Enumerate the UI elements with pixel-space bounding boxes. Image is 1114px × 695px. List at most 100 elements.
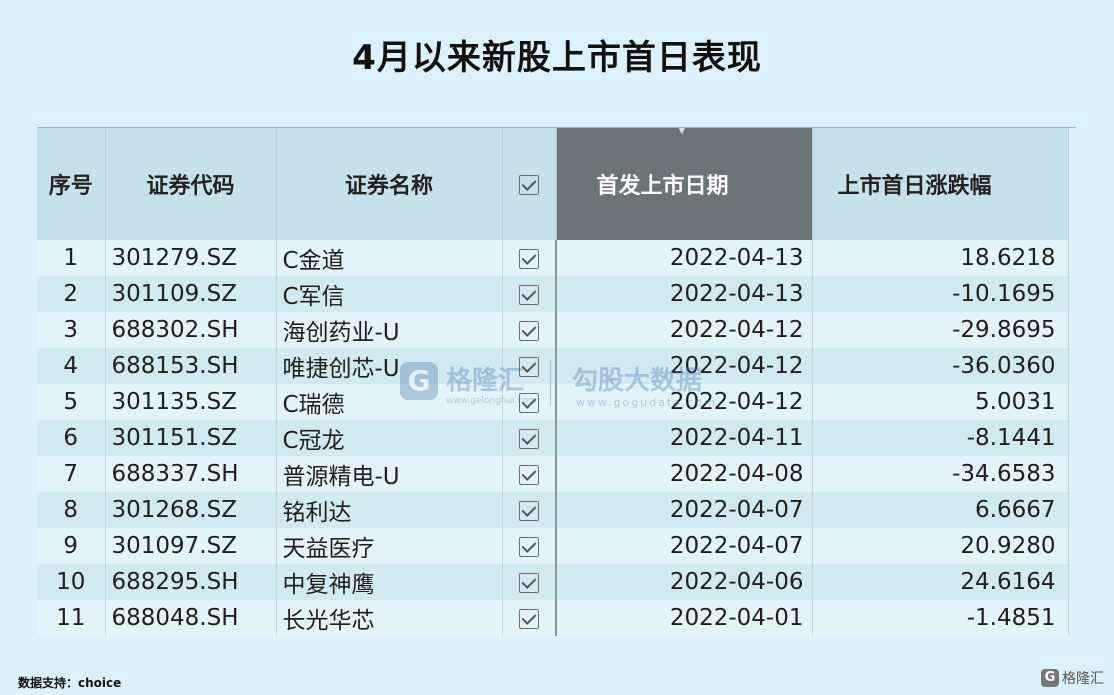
cell-date: 2022-04-11 [555,420,813,456]
cell-date: 2022-04-13 [555,276,813,312]
cell-change: -29.8695 [812,312,1069,348]
header-change[interactable]: 上市首日涨跌幅 [812,128,1069,240]
cell-name: C冠龙 [276,420,503,456]
table-row[interactable]: 7 688337.SH 普源精电-U 2022-04-08 -34.6583 [37,456,1076,492]
table-row[interactable]: 5 301135.SZ C瑞德 2022-04-12 5.0031 [37,384,1076,420]
checkbox-icon[interactable] [518,536,539,557]
cell-name: 普源精电-U [276,456,503,492]
cell-checkbox[interactable] [502,420,557,456]
cell-spacer [1068,600,1076,636]
table-body: 1 301279.SZ C金道 2022-04-13 18.6218 2 301109.SZ… [37,240,1076,636]
checkbox-icon[interactable] [518,464,539,485]
checkbox-icon[interactable] [518,500,539,521]
cell-change: 5.0031 [812,384,1069,420]
cell-name: 长光华芯 [276,600,503,636]
checkbox-icon[interactable] [518,392,539,413]
header-date[interactable]: ▼ 首发上市日期 [556,127,813,240]
cell-change: -34.6583 [812,456,1069,492]
cell-change: -1.4851 [812,600,1069,636]
cell-spacer [1068,240,1076,276]
table-row[interactable]: 8 301268.SZ 铭利达 2022-04-07 6.6667 [37,492,1076,528]
cell-date: 2022-04-01 [555,600,813,636]
cell-spacer [1068,564,1076,600]
cell-date: 2022-04-07 [555,528,813,564]
cell-code: 301097.SZ [105,528,277,564]
cell-seq: 4 [37,348,106,384]
table-row[interactable]: 6 301151.SZ C冠龙 2022-04-11 -8.1441 [37,420,1076,456]
cell-code: 301151.SZ [105,420,277,456]
cell-name: C军信 [276,276,503,312]
cell-change: 18.6218 [812,240,1069,276]
cell-change: -36.0360 [812,348,1069,384]
checkbox-icon[interactable] [518,572,539,593]
brand-logo: G 格隆汇 [1041,668,1104,688]
checkbox-icon[interactable] [518,356,539,377]
cell-seq: 2 [37,276,106,312]
cell-checkbox[interactable] [502,492,557,528]
cell-checkbox[interactable] [502,456,557,492]
cell-checkbox[interactable] [502,528,557,564]
cell-spacer [1068,276,1076,312]
checkbox-icon[interactable] [518,284,539,305]
checkbox-icon[interactable] [518,428,539,449]
cell-date: 2022-04-08 [555,456,813,492]
table-row[interactable]: 10 688295.SH 中复神鹰 2022-04-06 24.6164 [37,564,1076,600]
cell-checkbox[interactable] [502,384,557,420]
cell-change: 24.6164 [812,564,1069,600]
cell-seq: 3 [37,312,106,348]
cell-date: 2022-04-12 [555,348,813,384]
cell-checkbox[interactable] [502,600,557,636]
checkbox-icon[interactable] [518,248,539,269]
cell-checkbox[interactable] [502,240,557,276]
cell-checkbox[interactable] [502,276,557,312]
sort-arrow-icon: ▼ [678,127,686,136]
table-row[interactable]: 3 688302.SH 海创药业-U 2022-04-12 -29.8695 [37,312,1076,348]
header-spacer [1068,128,1076,240]
table-header-row: 序号 证券代码 证券名称 ▼ 首发上市日期 上市首日涨跌幅 [37,128,1076,240]
cell-code: 688295.SH [105,564,277,600]
cell-spacer [1068,348,1076,384]
cell-spacer [1068,420,1076,456]
cell-spacer [1068,528,1076,564]
header-name[interactable]: 证券名称 [276,128,503,240]
header-select-all[interactable] [502,128,557,240]
table-row[interactable]: 11 688048.SH 长光华芯 2022-04-01 -1.4851 [37,600,1076,636]
data-source-note: 数据支持：choice [18,676,122,690]
cell-code: 301279.SZ [105,240,277,276]
cell-date: 2022-04-12 [555,384,813,420]
cell-change: -10.1695 [812,276,1069,312]
cell-spacer [1068,312,1076,348]
cell-date: 2022-04-07 [555,492,813,528]
cell-date: 2022-04-06 [555,564,813,600]
cell-code: 688048.SH [105,600,277,636]
checkbox-icon[interactable] [519,174,539,195]
cell-seq: 6 [37,420,106,456]
table-row[interactable]: 9 301097.SZ 天益医疗 2022-04-07 20.9280 [37,528,1076,564]
header-date-label: 首发上市日期 [596,174,729,199]
cell-name: 天益医疗 [276,528,503,564]
ipo-table: 序号 证券代码 证券名称 ▼ 首发上市日期 上市首日涨跌幅 1 301279.SZ C… [37,128,1076,636]
checkbox-icon[interactable] [518,608,539,629]
cell-name: C金道 [276,240,503,276]
cell-change: 6.6667 [812,492,1069,528]
header-code[interactable]: 证券代码 [105,128,277,240]
cell-seq: 5 [37,384,106,420]
logo-text: 格隆汇 [1062,671,1104,687]
cell-spacer [1068,384,1076,420]
cell-code: 301135.SZ [105,384,277,420]
page-title: 4月以来新股上市首日表现 [352,38,762,78]
table-row[interactable]: 1 301279.SZ C金道 2022-04-13 18.6218 [37,240,1076,276]
checkbox-icon[interactable] [518,320,539,341]
cell-checkbox[interactable] [502,564,557,600]
cell-seq: 8 [37,492,106,528]
cell-checkbox[interactable] [502,312,557,348]
header-seq[interactable]: 序号 [37,128,106,240]
cell-code: 301109.SZ [105,276,277,312]
cell-checkbox[interactable] [502,348,557,384]
data-table-container[interactable]: 序号 证券代码 证券名称 ▼ 首发上市日期 上市首日涨跌幅 1 301279.SZ C… [37,127,1076,645]
cell-code: 301268.SZ [105,492,277,528]
table-row[interactable]: 2 301109.SZ C军信 2022-04-13 -10.1695 [37,276,1076,312]
table-row[interactable]: 4 688153.SH 唯捷创芯-U 2022-04-12 -36.0360 [37,348,1076,384]
cell-name: 唯捷创芯-U [276,348,503,384]
cell-name: 铭利达 [276,492,503,528]
